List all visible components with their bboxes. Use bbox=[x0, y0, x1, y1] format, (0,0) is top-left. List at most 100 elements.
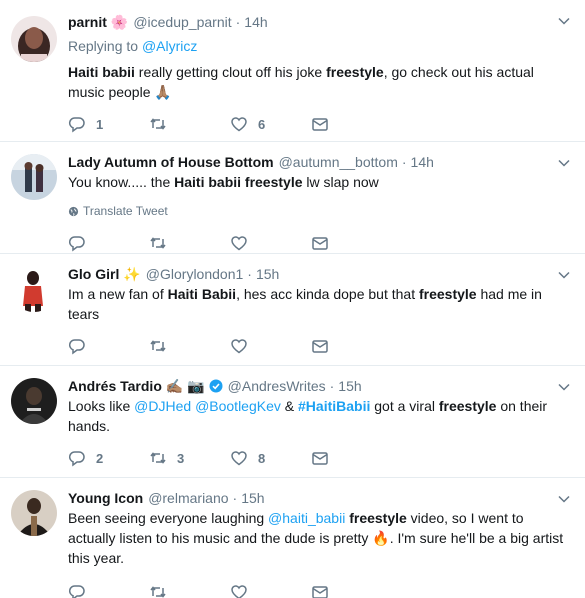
timestamp[interactable]: 15h bbox=[241, 490, 264, 506]
timestamp[interactable]: 15h bbox=[338, 378, 361, 394]
tweet-actions bbox=[68, 233, 573, 253]
highlighted-keyword: Haiti Babii bbox=[167, 286, 237, 302]
reply-mention-link[interactable]: @Alyricz bbox=[142, 38, 197, 54]
separator-dot: · bbox=[235, 14, 241, 30]
retweet-icon bbox=[150, 237, 166, 249]
avatar[interactable] bbox=[11, 16, 57, 62]
reply-icon bbox=[68, 236, 85, 252]
user-handle[interactable]: @autumn__bottom bbox=[279, 154, 398, 170]
tweet[interactable]: Young Icon @relmariano · 15h Been seeing… bbox=[0, 478, 585, 598]
display-name[interactable]: parnit bbox=[68, 14, 107, 30]
chevron-down-icon[interactable] bbox=[557, 268, 571, 282]
sparkles-emoji: ✨ bbox=[123, 266, 141, 282]
reply-button[interactable] bbox=[68, 337, 149, 355]
reply-icon bbox=[68, 339, 85, 355]
tweet-text: You know..... the Haiti babii freestyle … bbox=[68, 174, 379, 190]
retweet-icon bbox=[150, 452, 166, 464]
highlighted-keyword: freestyle bbox=[326, 64, 384, 80]
tweet[interactable]: Andrés Tardio ✍🏽 📷 @AndresWrites · 15h L… bbox=[0, 366, 585, 478]
direct-message-icon bbox=[312, 237, 328, 250]
avatar[interactable] bbox=[11, 378, 57, 424]
mention-link[interactable]: @DJHed bbox=[134, 398, 191, 414]
direct-message-icon bbox=[312, 452, 328, 465]
avatar[interactable] bbox=[11, 154, 57, 200]
retweet-button[interactable] bbox=[149, 234, 230, 252]
reply-button[interactable]: 1 bbox=[68, 115, 149, 133]
user-handle[interactable]: @AndresWrites bbox=[228, 378, 326, 394]
reply-icon bbox=[68, 451, 85, 467]
avatar[interactable] bbox=[11, 266, 57, 312]
retweet-button[interactable] bbox=[149, 337, 230, 355]
tweet-text: Looks like @DJHed @BootlegKev & #HaitiBa… bbox=[68, 398, 548, 434]
like-button[interactable]: 6 bbox=[230, 115, 311, 133]
display-name[interactable]: Glo Girl bbox=[68, 266, 119, 282]
display-name[interactable]: Young Icon bbox=[68, 490, 143, 506]
retweet-icon bbox=[150, 340, 166, 352]
tweet-actions: 1 6 bbox=[68, 114, 573, 134]
user-handle[interactable]: @icedup_parnit bbox=[133, 14, 231, 30]
writing-camera-emoji: ✍🏽 📷 bbox=[165, 378, 205, 394]
like-icon bbox=[231, 339, 247, 354]
chevron-down-icon[interactable] bbox=[557, 156, 571, 170]
retweet-button[interactable]: 3 bbox=[149, 449, 230, 467]
user-handle[interactable]: @Glorylondon1 bbox=[146, 266, 244, 282]
like-count: 8 bbox=[258, 450, 266, 466]
reply-count: 1 bbox=[96, 116, 104, 132]
highlighted-keyword: freestyle bbox=[349, 510, 407, 526]
tweet-actions bbox=[68, 582, 573, 598]
reply-button[interactable]: 2 bbox=[68, 449, 149, 467]
tweet-text: Haiti babii really getting clout off his… bbox=[68, 64, 534, 100]
timestamp[interactable]: 15h bbox=[256, 266, 279, 282]
tweet[interactable]: Glo Girl ✨ @Glorylondon1 · 15h Im a new … bbox=[0, 254, 585, 366]
tweet[interactable]: parnit 🌸 @icedup_parnit · 14h Replying t… bbox=[0, 0, 585, 142]
retweet-button[interactable] bbox=[149, 583, 230, 598]
direct-message-button[interactable] bbox=[311, 449, 392, 467]
reply-icon bbox=[68, 117, 85, 133]
like-icon bbox=[231, 117, 247, 132]
direct-message-icon bbox=[312, 118, 328, 131]
timestamp[interactable]: 14h bbox=[411, 154, 434, 170]
like-icon bbox=[231, 451, 247, 466]
user-handle[interactable]: @relmariano bbox=[148, 490, 228, 506]
like-icon bbox=[231, 585, 247, 598]
avatar[interactable] bbox=[11, 490, 57, 536]
like-button[interactable] bbox=[230, 583, 311, 598]
flower-emoji: 🌸 bbox=[110, 14, 129, 30]
like-button[interactable]: 8 bbox=[230, 449, 311, 467]
display-name[interactable]: Lady Autumn of House Bottom bbox=[68, 154, 274, 170]
mention-link[interactable]: @BootlegKev bbox=[195, 398, 281, 414]
separator-dot: · bbox=[329, 378, 335, 394]
like-button[interactable] bbox=[230, 337, 311, 355]
direct-message-button[interactable] bbox=[311, 337, 392, 355]
translate-tweet-link[interactable]: Translate Tweet bbox=[68, 202, 573, 220]
chevron-down-icon[interactable] bbox=[557, 14, 571, 28]
tweet-text: Been seeing everyone laughing @haiti_bab… bbox=[68, 510, 564, 566]
separator-dot: · bbox=[232, 490, 238, 506]
chevron-down-icon[interactable] bbox=[557, 492, 571, 506]
separator-dot: · bbox=[401, 154, 407, 170]
retweet-icon bbox=[150, 586, 166, 598]
retweet-button[interactable] bbox=[149, 115, 230, 133]
timestamp[interactable]: 14h bbox=[244, 14, 267, 30]
direct-message-button[interactable] bbox=[311, 583, 392, 598]
direct-message-button[interactable] bbox=[311, 234, 392, 252]
replying-to: Replying to @Alyricz bbox=[68, 36, 573, 56]
retweet-icon bbox=[150, 118, 166, 130]
chevron-down-icon[interactable] bbox=[557, 380, 571, 394]
tweet-text: Im a new fan of Haiti Babii, hes acc kin… bbox=[68, 286, 542, 322]
direct-message-icon bbox=[312, 340, 328, 353]
like-button[interactable] bbox=[230, 234, 311, 252]
tweet-actions bbox=[68, 336, 573, 356]
reply-button[interactable] bbox=[68, 583, 149, 598]
tweet[interactable]: Lady Autumn of House Bottom @autumn__bot… bbox=[0, 142, 585, 254]
highlighted-keyword: freestyle bbox=[418, 286, 477, 302]
display-name[interactable]: Andrés Tardio bbox=[68, 378, 162, 394]
highlighted-keyword: Haiti babii freestyle bbox=[174, 174, 303, 190]
direct-message-button[interactable] bbox=[311, 115, 392, 133]
reply-button[interactable] bbox=[68, 234, 149, 252]
separator-dot: · bbox=[247, 266, 252, 282]
mention-link[interactable]: @haiti_babii bbox=[268, 510, 345, 526]
highlighted-keyword: freestyle bbox=[438, 398, 497, 414]
like-icon bbox=[231, 236, 247, 251]
hashtag-link[interactable]: #HaitiBabii bbox=[298, 398, 370, 414]
